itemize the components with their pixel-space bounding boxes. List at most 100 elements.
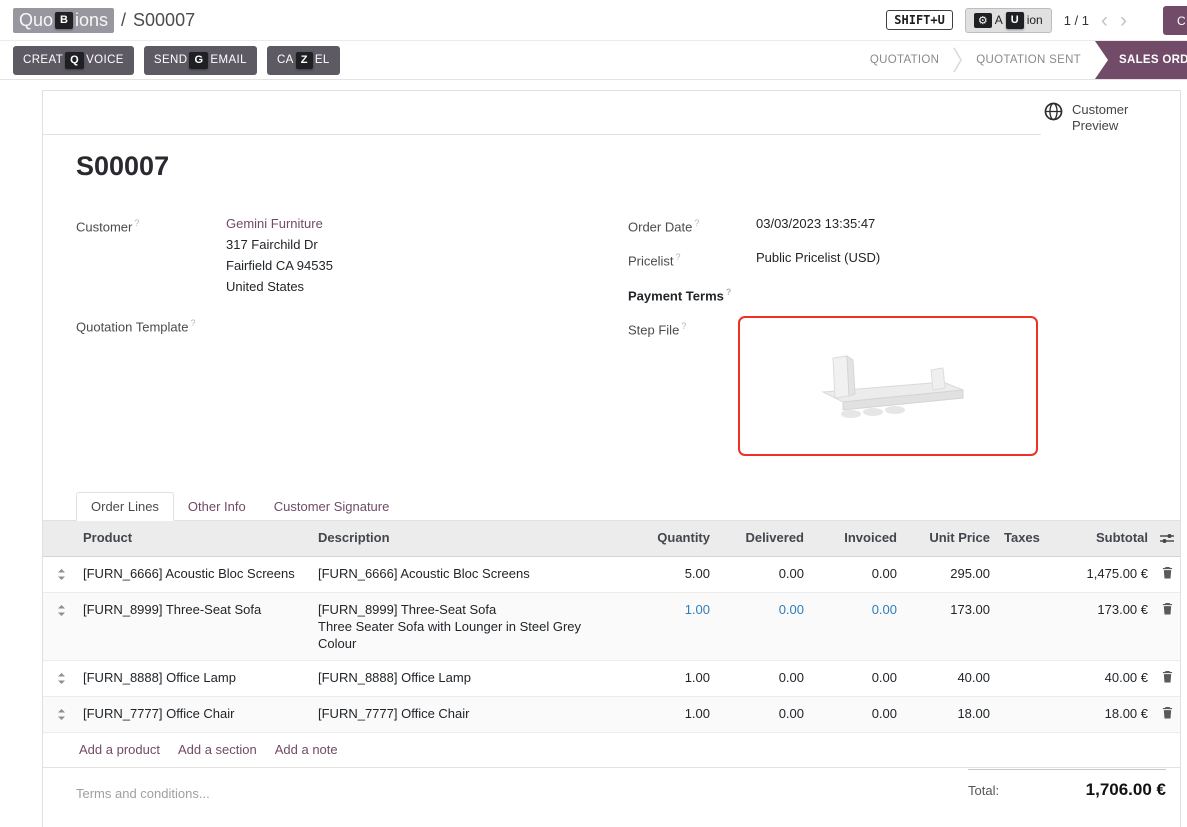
delete-row-icon[interactable] — [1152, 593, 1182, 627]
form-right-column: Order Date? 03/03/2023 13:35:47 Pricelis… — [628, 213, 1144, 466]
form-fields: Customer? Gemini Furniture 317 Fairchild… — [76, 213, 1144, 466]
row-product[interactable]: [FURN_7777] Office Chair — [79, 697, 314, 730]
drag-handle-icon[interactable] — [43, 661, 79, 696]
row-invoiced[interactable]: 0.00 — [808, 593, 901, 626]
table-row[interactable]: [FURN_8999] Three-Seat Sofa [FURN_8999] … — [43, 593, 1180, 661]
step-file-image[interactable] — [738, 316, 1038, 456]
row-description[interactable]: [FURN_6666] Acoustic Bloc Screens — [314, 557, 624, 590]
row-description[interactable]: [FURN_7777] Office Chair — [314, 697, 624, 730]
pricelist-value[interactable]: Public Pricelist (USD) — [756, 247, 1144, 271]
action-label: A — [995, 13, 1003, 27]
order-date-value[interactable]: 03/03/2023 13:35:47 — [756, 213, 1144, 237]
terms-and-conditions-input[interactable]: Terms and conditions... — [76, 786, 210, 801]
row-unit-price[interactable]: 40.00 — [901, 661, 994, 694]
header-quantity: Quantity — [624, 521, 714, 554]
table-row[interactable]: [FURN_6666] Acoustic Bloc Screens [FURN_… — [43, 557, 1180, 593]
pager-next-icon[interactable]: › — [1120, 10, 1127, 31]
optional-columns-icon[interactable] — [1152, 521, 1182, 556]
add-product-link[interactable]: Add a product — [79, 742, 160, 757]
create-invoice-button[interactable]: CREAT Q VOICE — [13, 46, 134, 75]
delete-row-icon[interactable] — [1152, 697, 1182, 731]
stage-quotation[interactable]: QUOTATION — [856, 54, 953, 66]
order-lines-table: Product Description Quantity Delivered I… — [43, 521, 1180, 768]
breadcrumb-parent-text: ions — [75, 10, 108, 31]
statusbar: QUOTATION QUOTATION SENT SALES ORDER — [856, 41, 1187, 79]
help-icon: ? — [191, 318, 196, 328]
action-label: ion — [1027, 13, 1043, 27]
table-row[interactable]: [FURN_8888] Office Lamp [FURN_8888] Offi… — [43, 661, 1180, 697]
header-product: Product — [79, 521, 314, 554]
cancel-button[interactable]: CA Z EL — [267, 46, 340, 75]
row-delivered[interactable]: 0.00 — [714, 557, 808, 590]
stage-sales-order[interactable]: SALES ORDER — [1095, 41, 1187, 79]
action-menu-button[interactable]: ⚙ A U ion — [965, 8, 1052, 33]
tab-order-lines[interactable]: Order Lines — [76, 492, 174, 521]
stage-separator-icon — [953, 47, 962, 73]
customer-field-row: Customer? Gemini Furniture 317 Fairchild… — [76, 213, 628, 297]
form-sheet: Customer Preview S00007 Customer? Gemini… — [42, 90, 1181, 827]
row-description[interactable]: [FURN_8999] Three-Seat Sofa Three Seater… — [314, 593, 624, 660]
add-note-link[interactable]: Add a note — [275, 742, 338, 757]
step-file-label: Step File? — [628, 316, 756, 456]
breadcrumb-parent-text: Quo — [19, 10, 53, 31]
header-taxes: Taxes — [994, 521, 1042, 554]
customer-preview-link[interactable]: Customer Preview — [1044, 102, 1166, 134]
step-file-value — [756, 316, 1144, 456]
row-quantity[interactable]: 1.00 — [624, 661, 714, 694]
row-invoiced[interactable]: 0.00 — [808, 697, 901, 730]
help-icon: ? — [676, 252, 681, 262]
row-unit-price[interactable]: 295.00 — [901, 557, 994, 590]
row-product[interactable]: [FURN_6666] Acoustic Bloc Screens — [79, 557, 314, 590]
row-taxes[interactable] — [994, 557, 1042, 573]
row-quantity[interactable]: 1.00 — [624, 593, 714, 626]
row-taxes[interactable] — [994, 593, 1042, 609]
drag-handle-icon[interactable] — [43, 593, 79, 628]
row-product[interactable]: [FURN_8999] Three-Seat Sofa — [79, 593, 314, 626]
pager-previous-icon[interactable]: ‹ — [1101, 10, 1108, 31]
quotation-template-label: Quotation Template? — [76, 313, 226, 337]
row-invoiced[interactable]: 0.00 — [808, 661, 901, 694]
row-invoiced[interactable]: 0.00 — [808, 557, 901, 590]
help-icon: ? — [694, 218, 699, 228]
row-delivered[interactable]: 0.00 — [714, 661, 808, 694]
hint-badge-z: Z — [296, 52, 313, 69]
header-description: Description — [314, 521, 624, 554]
sheet-top-divider — [43, 134, 1041, 135]
order-total: Total: 1,706.00 € — [968, 769, 1166, 800]
table-footer-links: Add a product Add a section Add a note — [43, 733, 1180, 768]
row-taxes[interactable] — [994, 661, 1042, 677]
row-unit-price[interactable]: 173.00 — [901, 593, 994, 626]
gear-icon: ⚙ — [974, 13, 992, 28]
hint-badge-b: B — [55, 12, 73, 29]
header-delivered: Delivered — [714, 521, 808, 554]
customer-preview-label: Customer Preview — [1072, 102, 1142, 134]
payment-terms-field-row: Payment Terms? — [628, 282, 1144, 306]
row-delivered[interactable]: 0.00 — [714, 593, 808, 626]
row-description[interactable]: [FURN_8888] Office Lamp — [314, 661, 624, 694]
drag-handle-icon[interactable] — [43, 697, 79, 732]
tab-other-info[interactable]: Other Info — [174, 493, 260, 520]
row-taxes[interactable] — [994, 697, 1042, 713]
tab-customer-signature[interactable]: Customer Signature — [260, 493, 404, 520]
hint-badge-u: U — [1006, 12, 1024, 29]
payment-terms-value[interactable] — [756, 282, 1144, 306]
breadcrumb-quotations-link[interactable]: Quo B ions — [13, 8, 114, 33]
add-section-link[interactable]: Add a section — [178, 742, 257, 757]
table-row[interactable]: [FURN_7777] Office Chair [FURN_7777] Off… — [43, 697, 1180, 733]
quotation-template-value[interactable] — [226, 313, 628, 337]
row-unit-price[interactable]: 18.00 — [901, 697, 994, 730]
delete-row-icon[interactable] — [1152, 557, 1182, 591]
row-delivered[interactable]: 0.00 — [714, 697, 808, 730]
send-email-button[interactable]: SEND G EMAIL — [144, 46, 257, 75]
customer-name-link[interactable]: Gemini Furniture — [226, 213, 628, 234]
step-file-field-row: Step File? — [628, 316, 1144, 456]
row-quantity[interactable]: 5.00 — [624, 557, 714, 590]
stage-quotation-sent[interactable]: QUOTATION SENT — [962, 54, 1095, 66]
drag-handle-icon[interactable] — [43, 557, 79, 592]
create-button[interactable]: CREATE — [1163, 6, 1187, 35]
pricelist-field-row: Pricelist? Public Pricelist (USD) — [628, 247, 1144, 271]
delete-row-icon[interactable] — [1152, 661, 1182, 695]
row-quantity[interactable]: 1.00 — [624, 697, 714, 730]
row-subtotal: 173.00 € — [1042, 593, 1152, 626]
row-product[interactable]: [FURN_8888] Office Lamp — [79, 661, 314, 694]
